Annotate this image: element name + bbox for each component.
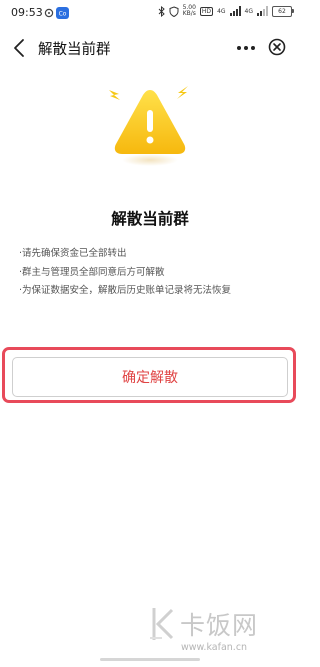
hd-badge: HD	[199, 6, 214, 16]
battery-icon: 62	[272, 5, 294, 17]
note-item: ·为保证数据安全，解散后历史账单记录将无法恢复	[19, 285, 232, 296]
nav-title: 解散当前群	[38, 42, 111, 58]
note-item: ·请先确保资金已全部转出	[19, 248, 127, 259]
watermark-url: www.kafan.cn	[181, 642, 248, 653]
more-options-icon[interactable]	[236, 41, 256, 55]
battery-level: 62	[278, 7, 286, 15]
page-title: 解散当前群	[111, 210, 189, 228]
watermark-logo-icon	[150, 608, 174, 640]
signal-label-2: 4G	[244, 7, 253, 15]
signal-icon-2	[257, 6, 268, 16]
confirm-dissolve-button[interactable]: 确定解散	[12, 357, 288, 397]
warning-illustration-icon	[109, 86, 188, 166]
status-bar: 09:53 Co 5.00 KB/s HD 4G 4G 62	[0, 0, 300, 28]
back-arrow-icon[interactable]	[10, 36, 30, 60]
location-icon	[44, 8, 54, 18]
note-item: ·群主与管理员全部同意后方可解散	[19, 266, 165, 278]
watermark-name: 卡饭网	[180, 611, 259, 640]
bluetooth-icon	[158, 5, 165, 17]
shield-icon	[169, 5, 179, 17]
speed-unit: KB/s	[182, 10, 196, 17]
app-notification-icon: Co	[56, 7, 69, 19]
signal-icon	[229, 6, 241, 16]
status-time: 09:53	[11, 6, 43, 19]
signal-label: 4G	[217, 7, 226, 15]
nav-bar: 解散当前群	[0, 28, 300, 68]
close-icon[interactable]	[268, 38, 286, 56]
gesture-bar[interactable]	[100, 658, 200, 661]
svg-text:Co: Co	[59, 11, 67, 18]
notes-list: ·请先确保资金已全部转出 ·群主与管理员全部同意后方可解散 ·为保证数据安全，解…	[19, 245, 289, 301]
status-right-group: 5.00 KB/s HD 4G 4G 62	[158, 5, 294, 17]
network-speed: 5.00 KB/s	[183, 5, 196, 17]
